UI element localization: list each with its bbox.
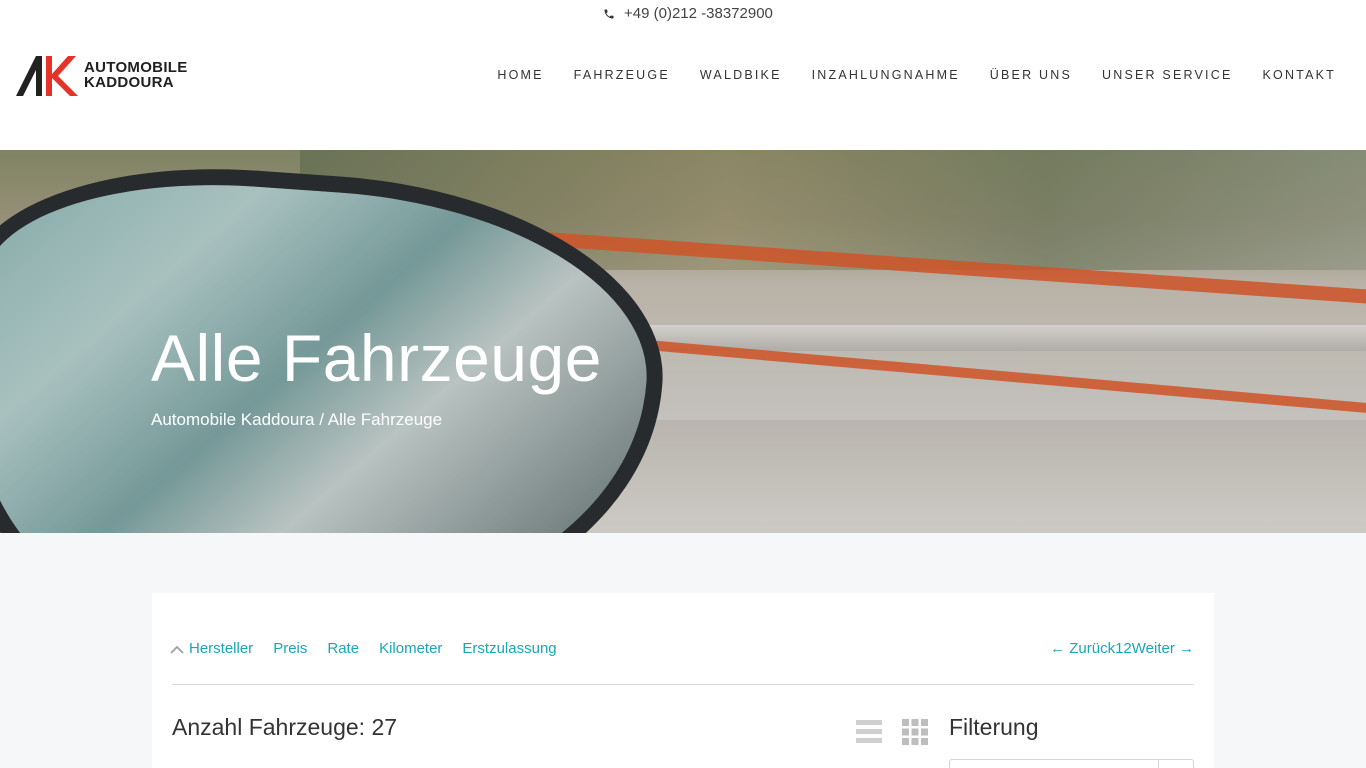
grid-view-icon[interactable] [901,718,929,746]
site-header: AUTOMOBILE KADDOURA HOME FAHRZEUGE WALDB… [0,30,1366,150]
logo-mark-icon [16,56,78,96]
sort-preis[interactable]: Preis [273,640,307,657]
pager-next[interactable]: Weiter → [1132,640,1194,657]
main-nav: HOME FAHRZEUGE WALDBIKE INZAHLUNGNAHME Ü… [497,68,1336,82]
sort-bar: Hersteller Preis Rate Kilometer Erstzula… [170,640,557,657]
site-logo[interactable]: AUTOMOBILE KADDOURA [16,52,188,98]
divider [172,684,1194,685]
filter-title: Filterung [949,714,1039,740]
pager-page-1[interactable]: 1 [1115,640,1123,657]
nav-inzahlungnahme[interactable]: INZAHLUNGNAHME [812,68,960,82]
chevron-up-icon [170,645,184,654]
sort-hersteller[interactable]: Hersteller [170,640,253,657]
logo-line-1: AUTOMOBILE [84,59,188,76]
vehicle-count: Anzahl Fahrzeuge: 27 [172,714,398,740]
list-view-icon[interactable] [855,718,883,746]
nav-home[interactable]: HOME [497,68,543,82]
filter-select-toggle[interactable] [1158,760,1193,768]
pagination: ← Zurück 1 2 Weiter → [1050,640,1194,657]
breadcrumb: Automobile Kaddoura / Alle Fahrzeuge [151,410,443,429]
hero-banner: Alle Fahrzeuge Automobile Kaddoura / All… [0,150,1366,533]
sort-erstzulassung[interactable]: Erstzulassung [462,640,556,657]
logo-line-2: KADDOURA [84,74,174,91]
sort-hersteller-label: Hersteller [189,640,254,657]
nav-kontakt[interactable]: KONTAKT [1262,68,1336,82]
phone-icon [604,9,614,18]
filter-select[interactable] [949,759,1194,768]
logo-text: AUTOMOBILE KADDOURA [84,60,188,90]
vehicle-listing-card: Hersteller Preis Rate Kilometer Erstzula… [152,593,1214,768]
sort-rate[interactable]: Rate [327,640,359,657]
phone-number: +49 (0)212 -38372900 [624,5,773,22]
nav-fahrzeuge[interactable]: FAHRZEUGE [574,68,670,82]
topbar: +49 (0)212 -38372900 [0,0,1366,30]
nav-unser-service[interactable]: UNSER SERVICE [1102,68,1232,82]
phone-link[interactable]: +49 (0)212 -38372900 [603,5,773,22]
nav-waldbike[interactable]: WALDBIKE [700,68,782,82]
pager-page-2[interactable]: 2 [1123,640,1131,657]
page-title: Alle Fahrzeuge [151,321,602,395]
pager-prev[interactable]: ← Zurück [1050,640,1115,657]
sort-kilometer[interactable]: Kilometer [379,640,442,657]
nav-ueber-uns[interactable]: ÜBER UNS [990,68,1072,82]
